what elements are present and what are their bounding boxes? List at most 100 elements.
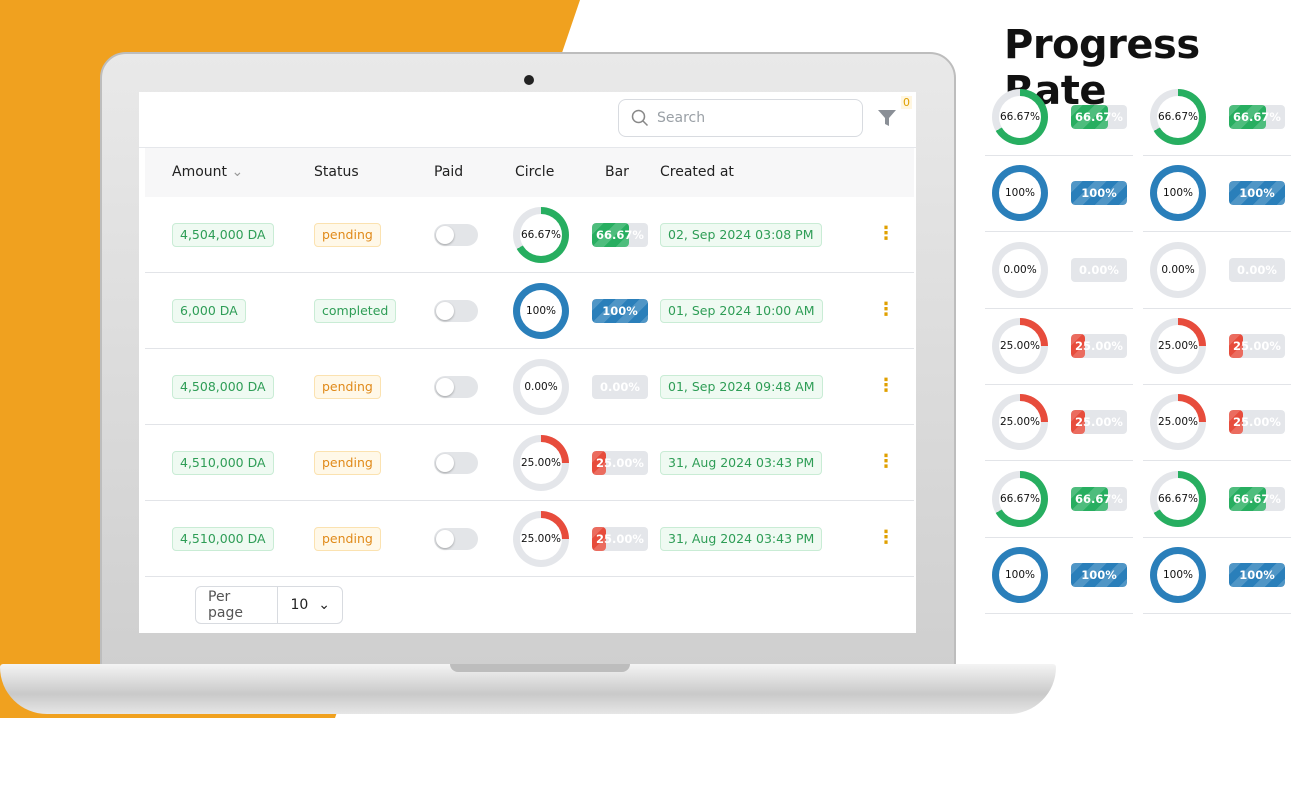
progress-circle-label: 100% (999, 172, 1041, 215)
progress-circle-label: 0.00% (1157, 248, 1199, 291)
showcase-item: 100% 100% (985, 156, 1133, 233)
progress-bar-label: 100% (1081, 186, 1117, 201)
more-options-icon[interactable]: ⋮ (877, 377, 895, 395)
amount-badge: 6,000 DA (172, 299, 246, 323)
table-row: 6,000 DA completed 01, Sep 2024 10:00 AM… (145, 273, 914, 349)
paid-toggle[interactable] (434, 376, 478, 398)
showcase-item: 66.67% 66.67% (1143, 80, 1291, 156)
created-at-badge: 01, Sep 2024 09:48 AM (660, 375, 823, 399)
progress-bar-label: 25.00% (596, 456, 644, 470)
progress-bar: 100% (1229, 562, 1285, 587)
progress-bar: 100% (1229, 181, 1285, 206)
paid-toggle[interactable] (434, 224, 478, 246)
progress-bar: 100% (592, 299, 648, 323)
progress-circle: 25.00% (513, 511, 569, 567)
created-at-badge: 31, Aug 2024 03:43 PM (660, 527, 823, 551)
header-circle: Circle (515, 164, 555, 180)
status-badge: pending (314, 223, 381, 247)
progress-bar-label: 100% (602, 304, 638, 318)
search-placeholder: Search (657, 110, 706, 126)
paid-toggle[interactable] (434, 300, 478, 322)
status-badge: pending (314, 527, 381, 551)
progress-circle-label: 0.00% (999, 248, 1041, 291)
progress-bar-label: 100% (1081, 567, 1117, 582)
header-bar: Bar (605, 164, 629, 180)
created-at-badge: 01, Sep 2024 10:00 AM (660, 299, 823, 323)
per-page-label: Per page (196, 587, 279, 623)
laptop-notch (450, 664, 630, 672)
chevron-down-icon: ⌄ (318, 597, 330, 613)
progress-circle-label: 100% (999, 553, 1041, 596)
table-row: 4,510,000 DA pending 31, Aug 2024 03:43 … (145, 425, 914, 501)
header-paid: Paid (434, 164, 464, 180)
more-options-icon[interactable]: ⋮ (877, 453, 895, 471)
table-row: 4,508,000 DA pending 01, Sep 2024 09:48 … (145, 349, 914, 425)
more-options-icon[interactable]: ⋮ (877, 301, 895, 319)
paid-toggle[interactable] (434, 528, 478, 550)
more-options-icon[interactable]: ⋮ (877, 225, 895, 243)
progress-circle-label: 25.00% (1157, 324, 1199, 367)
table-row: 4,510,000 DA pending 31, Aug 2024 03:43 … (145, 501, 914, 577)
showcase-item: 100% 100% (1143, 156, 1291, 233)
status-badge: pending (314, 375, 381, 399)
progress-bar: 25.00% (1071, 410, 1127, 435)
showcase-item: 25.00% 25.00% (1143, 385, 1291, 462)
progress-bar: 66.67% (1071, 486, 1127, 511)
progress-circle-label: 25.00% (999, 324, 1041, 367)
showcase-item: 66.67% 66.67% (985, 462, 1133, 538)
progress-circle-label: 100% (1157, 553, 1199, 596)
progress-circle: 100% (992, 165, 1048, 222)
showcase-item: 100% 100% (1143, 538, 1291, 614)
search-input[interactable]: Search (618, 99, 863, 137)
progress-circle: 0.00% (513, 359, 569, 415)
progress-bar-label: 100% (1239, 186, 1275, 201)
paid-toggle[interactable] (434, 452, 478, 474)
amount-badge: 4,508,000 DA (172, 375, 274, 399)
status-badge: completed (314, 299, 397, 323)
amount-badge: 4,510,000 DA (172, 527, 274, 551)
progress-circle: 66.67% (513, 207, 569, 263)
showcase-item: 0.00% 0.00% (1143, 233, 1291, 309)
progress-bar-label: 0.00% (1237, 262, 1277, 277)
progress-circle: 25.00% (1150, 394, 1206, 451)
progress-bar-label: 25.00% (1075, 415, 1123, 430)
progress-bar: 66.67% (1071, 105, 1127, 129)
progress-bar: 0.00% (592, 375, 648, 399)
progress-circle-label: 100% (520, 290, 562, 332)
showcase-item: 25.00% 25.00% (985, 309, 1133, 385)
per-page-value: 10 (290, 597, 309, 613)
showcase-item: 66.67% 66.67% (985, 80, 1133, 156)
header-amount[interactable]: Amount ⌄ (172, 164, 243, 180)
progress-circle-label: 25.00% (520, 518, 562, 560)
progress-circle: 100% (513, 283, 569, 339)
progress-circle: 66.67% (1150, 470, 1206, 527)
progress-bar-label: 25.00% (1075, 338, 1123, 353)
more-options-icon[interactable]: ⋮ (877, 529, 895, 547)
progress-bar: 0.00% (1229, 257, 1285, 282)
progress-bar-label: 66.67% (1233, 110, 1281, 124)
progress-bar: 25.00% (592, 451, 648, 475)
showcase-item: 0.00% 0.00% (985, 233, 1133, 309)
chevron-down-icon: ⌄ (231, 164, 244, 180)
laptop-screen: Search 0 Amount ⌄ Status Paid Circle Bar… (139, 92, 916, 633)
progress-circle-label: 25.00% (999, 401, 1041, 444)
progress-bar-label: 66.67% (596, 228, 644, 242)
progress-circle: 66.67% (992, 470, 1048, 527)
progress-bar-label: 25.00% (596, 532, 644, 546)
table-header: Amount ⌄ Status Paid Circle Bar Created … (145, 148, 914, 197)
progress-bar-label: 100% (1239, 567, 1275, 582)
progress-circle-label: 25.00% (1157, 401, 1199, 444)
progress-circle-label: 66.67% (999, 96, 1041, 138)
amount-badge: 4,504,000 DA (172, 223, 274, 247)
progress-circle: 100% (1150, 546, 1206, 603)
funnel-icon[interactable] (877, 108, 897, 128)
progress-bar: 66.67% (1229, 105, 1285, 129)
progress-bar: 66.67% (592, 223, 648, 247)
progress-circle-label: 25.00% (520, 442, 562, 484)
created-at-badge: 31, Aug 2024 03:43 PM (660, 451, 823, 475)
progress-bar: 0.00% (1071, 257, 1127, 282)
camera (524, 75, 534, 85)
progress-bar-label: 0.00% (600, 380, 640, 394)
per-page-select[interactable]: Per page 10 ⌄ (195, 586, 343, 624)
header-amount-label: Amount (172, 164, 228, 180)
